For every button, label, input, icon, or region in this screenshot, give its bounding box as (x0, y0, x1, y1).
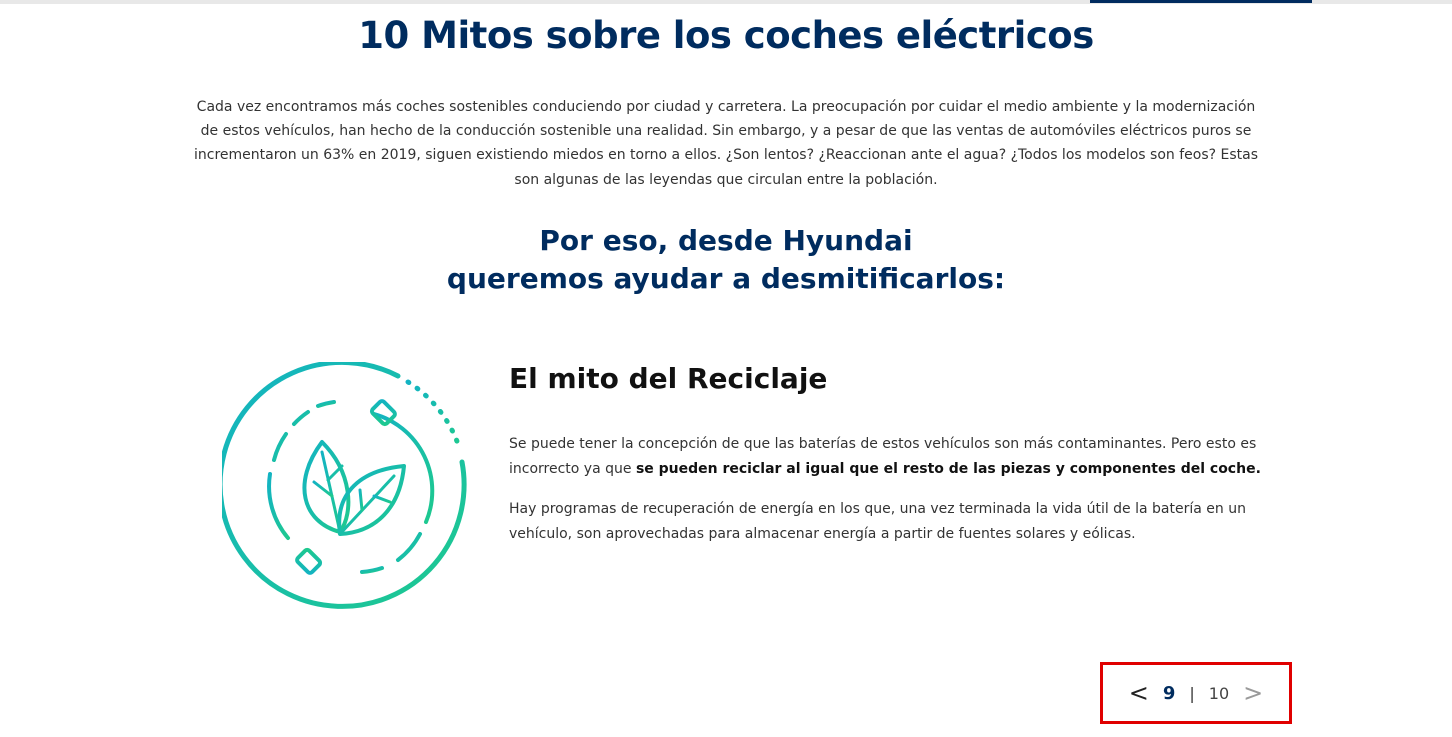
subheading-line-1: Por eso, desde Hyundai (539, 224, 913, 257)
subheading-line-2: queremos ayudar a desmitificarlos: (446, 262, 1006, 295)
recycle-leaf-plug-icon (217, 359, 474, 614)
total-page-number: 10 (1208, 683, 1230, 703)
myth-paragraph-2: Hay programas de recuperación de energía… (509, 501, 1246, 542)
current-page-number: 9 (1162, 682, 1176, 704)
page-title: 10 Mitos sobre los coches eléctricos (358, 14, 1094, 57)
carousel-pager: < 9 | 10 > (1100, 662, 1292, 724)
prev-arrow-button[interactable]: < (1129, 681, 1149, 705)
next-arrow-button[interactable]: > (1243, 681, 1263, 705)
intro-paragraph: Cada vez encontramos más coches sostenib… (193, 99, 1259, 188)
myth-paragraph-1: Se puede tener la concepción de que las … (509, 432, 1269, 481)
section-subheading: Por eso, desde Hyundai queremos ayudar a… (0, 222, 1452, 298)
pager-separator: | (1189, 683, 1195, 703)
myth-paragraph-1-bold: se pueden reciclar al igual que el resto… (635, 460, 1261, 477)
nav-active-indicator (1090, 0, 1312, 3)
myth-title: El mito del Reciclaje (509, 362, 828, 395)
